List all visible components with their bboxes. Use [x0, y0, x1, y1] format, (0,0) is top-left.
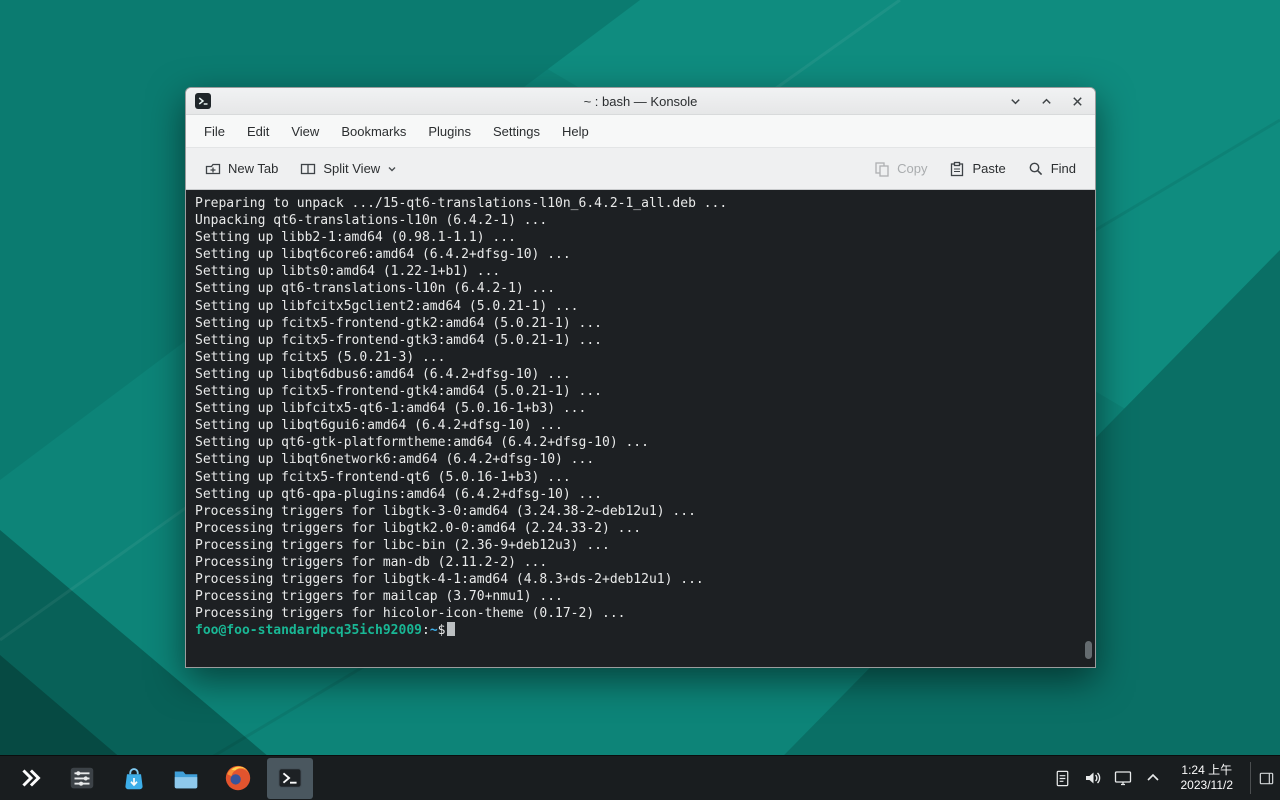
menu-item[interactable]: Bookmarks: [330, 118, 417, 145]
terminal-line: Setting up fcitx5-frontend-gtk3:amd64 (5…: [195, 332, 1086, 349]
file-manager-icon: [171, 763, 201, 793]
menubar: FileEditViewBookmarksPluginsSettingsHelp: [186, 115, 1095, 148]
split-view-button[interactable]: Split View: [291, 155, 406, 183]
prompt-path: ~: [430, 623, 438, 638]
terminal-output: Preparing to unpack .../15-qt6-translati…: [195, 195, 1086, 622]
chevron-down-icon: [387, 164, 397, 174]
paste-button[interactable]: Paste: [940, 155, 1014, 183]
terminal-line: Setting up fcitx5-frontend-gtk4:amd64 (5…: [195, 383, 1086, 400]
terminal-line: Setting up qt6-gtk-platformtheme:amd64 (…: [195, 434, 1086, 451]
firefox-icon: [223, 763, 253, 793]
clipboard-icon: [1053, 769, 1072, 788]
minimize-button[interactable]: [1006, 92, 1024, 110]
paste-icon: [949, 161, 965, 177]
new-tab-icon: [205, 161, 221, 177]
titlebar-buttons: [1006, 92, 1086, 110]
expand-tray-icon: [1145, 770, 1161, 786]
terminal-line: Setting up libqt6core6:amd64 (6.4.2+dfsg…: [195, 246, 1086, 263]
clock[interactable]: 1:24 上午 2023/11/2: [1169, 763, 1246, 793]
terminal-line: Preparing to unpack .../15-qt6-translati…: [195, 195, 1086, 212]
new-tab-button[interactable]: New Tab: [196, 155, 287, 183]
terminal-line: Setting up libfcitx5gclient2:amd64 (5.0.…: [195, 298, 1086, 315]
desktop: ~ : bash — Konsole FileEditViewBookmarks…: [0, 0, 1280, 800]
close-button[interactable]: [1068, 92, 1086, 110]
terminal-area[interactable]: Preparing to unpack .../15-qt6-translati…: [186, 190, 1095, 667]
terminal-line: Setting up libb2-1:amd64 (0.98.1-1.1) ..…: [195, 229, 1086, 246]
show-desktop-button[interactable]: [1256, 758, 1276, 799]
terminal-line: Setting up libqt6network6:amd64 (6.4.2+d…: [195, 451, 1086, 468]
settings-task-button[interactable]: [59, 758, 105, 799]
find-button[interactable]: Find: [1019, 155, 1085, 183]
terminal-line: Setting up fcitx5-frontend-gtk2:amd64 (5…: [195, 315, 1086, 332]
window-title: ~ : bash — Konsole: [186, 94, 1095, 109]
menu-item[interactable]: File: [193, 118, 236, 145]
firefox-task-button[interactable]: [215, 758, 261, 799]
volume-icon: [1083, 768, 1103, 788]
application-launcher-icon: [15, 763, 45, 793]
terminal-line: Setting up libqt6gui6:amd64 (6.4.2+dfsg-…: [195, 417, 1086, 434]
terminal-line: Setting up qt6-qpa-plugins:amd64 (6.4.2+…: [195, 486, 1086, 503]
terminal-line: Processing triggers for libc-bin (2.36-9…: [195, 537, 1086, 554]
terminal-line: Setting up libts0:amd64 (1.22-1+b1) ...: [195, 263, 1086, 280]
menu-item[interactable]: View: [280, 118, 330, 145]
panel-divider: [1250, 762, 1251, 794]
show-desktop-icon: [1258, 770, 1275, 787]
clock-time: 1:24 上午: [1181, 763, 1234, 778]
menu-item[interactable]: Settings: [482, 118, 551, 145]
discover-icon: [119, 763, 149, 793]
system-tray: 1:24 上午 2023/11/2: [1049, 758, 1277, 799]
menu-item[interactable]: Edit: [236, 118, 280, 145]
terminal-cursor: [447, 622, 455, 636]
prompt-colon: :: [422, 623, 430, 638]
taskbar: 1:24 上午 2023/11/2: [0, 755, 1280, 800]
terminal-line: Processing triggers for mailcap (3.70+nm…: [195, 588, 1086, 605]
prompt-user-host: foo@foo-standardpcq35ich92009: [195, 623, 422, 638]
terminal-line: Processing triggers for man-db (2.11.2-2…: [195, 554, 1086, 571]
expand-tray-button[interactable]: [1139, 764, 1167, 792]
copy-icon: [874, 161, 890, 177]
konsole-window: ~ : bash — Konsole FileEditViewBookmarks…: [185, 87, 1096, 668]
clock-date: 2023/11/2: [1181, 778, 1234, 793]
display-tray-button[interactable]: [1109, 764, 1137, 792]
terminal-line: Processing triggers for hicolor-icon-the…: [195, 605, 1086, 622]
terminal-line: Processing triggers for libgtk-3-0:amd64…: [195, 503, 1086, 520]
terminal-line: Processing triggers for libgtk2.0-0:amd6…: [195, 520, 1086, 537]
file-manager-task-button[interactable]: [163, 758, 209, 799]
konsole-icon: [275, 763, 305, 793]
menu-item[interactable]: Help: [551, 118, 600, 145]
terminal-prompt: foo@foo-standardpcq35ich92009:~$: [195, 622, 1086, 639]
discover-task-button[interactable]: [111, 758, 157, 799]
settings-sliders-icon: [67, 763, 97, 793]
terminal-line: Setting up libqt6dbus6:amd64 (6.4.2+dfsg…: [195, 366, 1086, 383]
toolbar: New Tab Split View Copy: [186, 148, 1095, 190]
menu-item[interactable]: Plugins: [417, 118, 482, 145]
scrollbar-thumb[interactable]: [1085, 641, 1092, 659]
terminal-line: Setting up qt6-translations-l10n (6.4.2-…: [195, 280, 1086, 297]
prompt-dollar: $: [438, 623, 446, 638]
terminal-scrollbar[interactable]: [1085, 194, 1093, 663]
clipboard-tray-button[interactable]: [1049, 764, 1077, 792]
display-icon: [1113, 768, 1133, 788]
maximize-button[interactable]: [1037, 92, 1055, 110]
terminal-line: Setting up libfcitx5-qt6-1:amd64 (5.0.16…: [195, 400, 1086, 417]
application-launcher-button[interactable]: [7, 758, 53, 799]
konsole-task-button[interactable]: [267, 758, 313, 799]
volume-tray-button[interactable]: [1079, 764, 1107, 792]
split-view-icon: [300, 161, 316, 177]
terminal-line: Setting up fcitx5-frontend-qt6 (5.0.16-1…: [195, 469, 1086, 486]
terminal-line: Setting up fcitx5 (5.0.21-3) ...: [195, 349, 1086, 366]
find-icon: [1028, 161, 1044, 177]
terminal-line: Unpacking qt6-translations-l10n (6.4.2-1…: [195, 212, 1086, 229]
copy-button[interactable]: Copy: [865, 155, 936, 183]
konsole-icon: [195, 93, 211, 109]
window-titlebar[interactable]: ~ : bash — Konsole: [186, 88, 1095, 115]
terminal-line: Processing triggers for libgtk-4-1:amd64…: [195, 571, 1086, 588]
